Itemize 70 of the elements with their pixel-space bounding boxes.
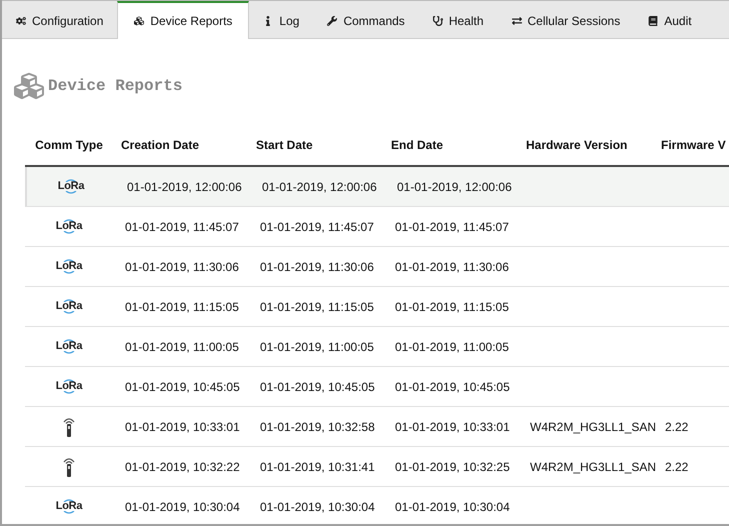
table-cell: 01-01-2019, 10:45:05 — [260, 380, 375, 394]
lora-logo: LoRa — [56, 378, 82, 395]
table-row[interactable]: LoRa 01-01-2019, 10:30:04 01-01-2019, 10:30:04 01-01-2019, 10:30:04 — [25, 487, 729, 524]
table-cell: 01-01-2019, 12:00:06 — [127, 180, 242, 194]
cubes-icon — [134, 16, 144, 26]
arrows-icon — [512, 16, 522, 26]
table-cell: 01-01-2019, 11:45:07 — [395, 220, 509, 234]
table-cell: 01-01-2019, 10:32:25 — [395, 460, 510, 474]
lora-logo: LoRa — [56, 498, 82, 515]
column-header: Hardware Version — [526, 138, 628, 152]
tab[interactable]: Health — [418, 1, 498, 38]
table-cell: 01-01-2019, 11:00:05 — [125, 340, 239, 354]
lora-logo: LoRa — [56, 338, 82, 355]
table-cell: 01-01-2019, 11:00:05 — [260, 340, 374, 354]
lora-logo: LoRa — [56, 298, 82, 315]
tab[interactable]: Configuration — [2, 1, 118, 38]
table-cell: 01-01-2019, 12:00:06 — [397, 180, 512, 194]
table-cell: 01-01-2019, 10:30:04 — [125, 500, 240, 514]
tab[interactable]: Log — [249, 1, 314, 38]
table-cell: 01-01-2019, 10:33:01 — [395, 420, 510, 434]
gears-icon — [16, 16, 26, 26]
table-row[interactable]: LoRa 01-01-2019, 11:15:05 01-01-2019, 11:15:05 01-01-2019, 11:15:05 — [25, 287, 729, 327]
column-header: Creation Date — [121, 138, 200, 152]
table-row[interactable]: 01-01-2019, 10:33:01 01-01-2019, 10:32:58 01-01-2019, 10:33:01 W4R2M_HG3LL1_SAN 2.22 — [25, 407, 729, 447]
column-header: Start Date — [256, 138, 313, 152]
table-cell: 2.22 — [665, 460, 688, 474]
table-cell: 01-01-2019, 11:45:07 — [260, 220, 374, 234]
book-icon — [648, 16, 658, 26]
wrench-icon — [327, 16, 338, 26]
column-header: End Date — [391, 138, 444, 152]
tab[interactable]: Audit — [634, 1, 706, 38]
table-row[interactable]: LoRa 01-01-2019, 11:30:06 01-01-2019, 11:30:06 01-01-2019, 11:30:06 — [25, 247, 729, 287]
tab[interactable]: Cellular Sessions — [498, 1, 634, 38]
table-cell: 01-01-2019, 11:15:05 — [395, 300, 509, 314]
tab[interactable]: Commands — [313, 1, 419, 38]
page-title: Device Reports — [48, 76, 182, 97]
table-row[interactable]: LoRa 01-01-2019, 11:00:05 01-01-2019, 11:00:05 01-01-2019, 11:00:05 — [25, 327, 729, 367]
tab[interactable]: Device Reports — [117, 1, 250, 39]
cellphone-signal-icon — [62, 456, 76, 478]
table-cell: 01-01-2019, 10:33:01 — [125, 420, 240, 434]
lora-logo: LoRa — [56, 258, 82, 275]
table-cell: 01-01-2019, 10:30:04 — [260, 500, 375, 514]
table-cell: 01-01-2019, 11:30:06 — [260, 260, 374, 274]
table-cell: 01-01-2019, 10:30:04 — [395, 500, 510, 514]
table-cell: 01-01-2019, 12:00:06 — [262, 180, 377, 194]
column-header: Firmware V — [661, 138, 726, 152]
table-cell: 01-01-2019, 10:31:41 — [260, 460, 375, 474]
table-cell: 01-01-2019, 11:30:06 — [125, 260, 239, 274]
table-row[interactable]: LoRa 01-01-2019, 11:45:07 01-01-2019, 11:45:07 01-01-2019, 11:45:07 — [25, 207, 729, 247]
lora-logo: LoRa — [58, 178, 84, 195]
table-cell: 01-01-2019, 11:00:05 — [395, 340, 509, 354]
table-row[interactable]: 01-01-2019, 10:32:22 01-01-2019, 10:31:41 01-01-2019, 10:32:25 W4R2M_HG3LL1_SAN 2.22 — [25, 447, 729, 487]
table-row[interactable]: LoRa 01-01-2019, 10:45:05 01-01-2019, 10:45:05 01-01-2019, 10:45:05 — [25, 367, 729, 407]
table-cell: 01-01-2019, 10:32:58 — [260, 420, 375, 434]
table-cell: 2.22 — [665, 420, 688, 434]
cubes-icon — [14, 71, 44, 101]
table-cell: W4R2M_HG3LL1_SAN — [530, 460, 656, 474]
lora-logo: LoRa — [56, 218, 82, 235]
table-cell: W4R2M_HG3LL1_SAN — [530, 420, 656, 434]
table-cell: 01-01-2019, 10:32:22 — [125, 460, 240, 474]
table-cell: 01-01-2019, 11:30:06 — [395, 260, 509, 274]
column-header: Comm Type — [35, 138, 103, 152]
cellphone-signal-icon — [62, 416, 76, 438]
table-row[interactable]: LoRa 01-01-2019, 12:00:06 01-01-2019, 12:00:06 01-01-2019, 12:00:06 — [25, 167, 729, 207]
stethoscope-icon — [432, 16, 443, 26]
table-cell: 01-01-2019, 10:45:05 — [125, 380, 240, 394]
table-cell: 01-01-2019, 11:15:05 — [260, 300, 374, 314]
table-cell: 01-01-2019, 11:15:05 — [125, 300, 239, 314]
table-cell: 01-01-2019, 10:45:05 — [395, 380, 510, 394]
table-cell: 01-01-2019, 11:45:07 — [125, 220, 239, 234]
